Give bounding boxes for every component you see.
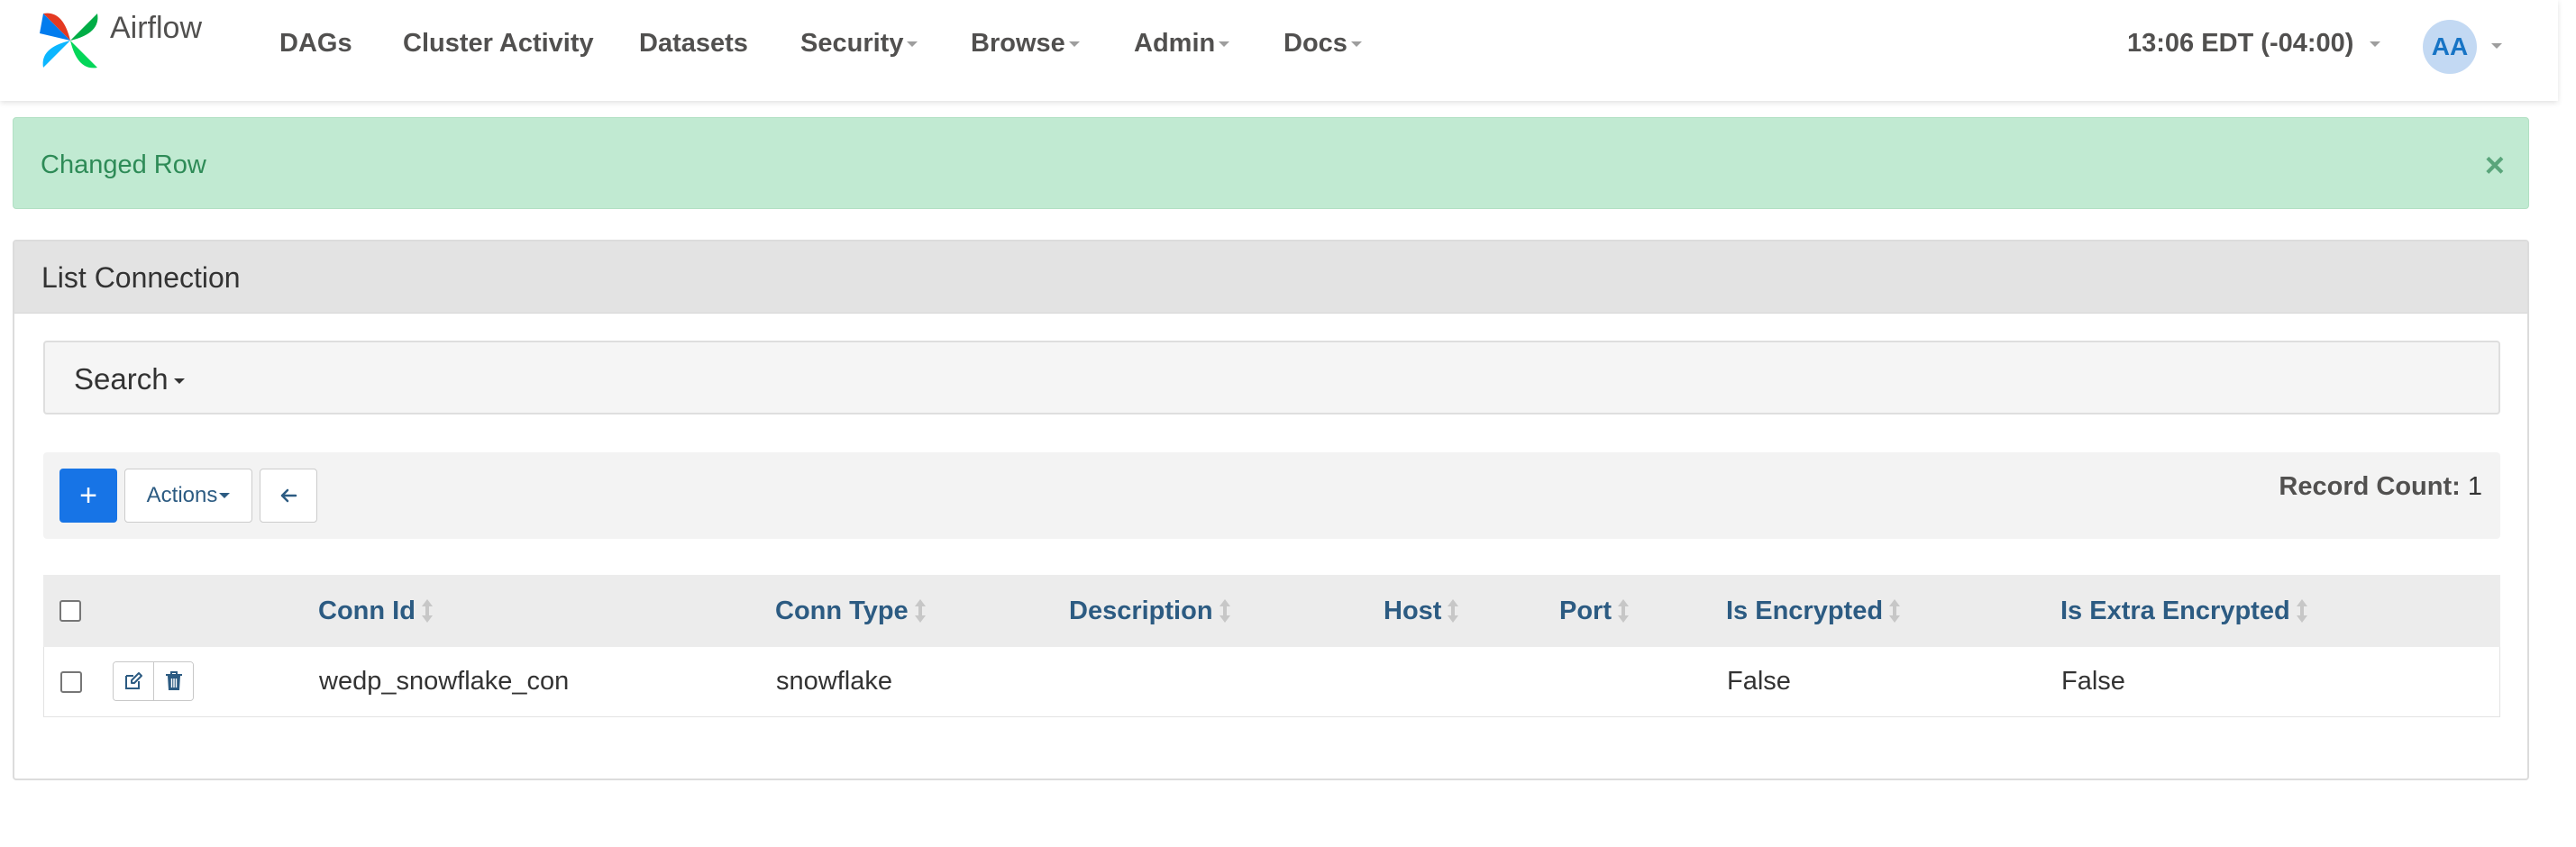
column-header-conn-id[interactable]: Conn Id <box>318 575 434 647</box>
back-button[interactable] <box>260 469 317 523</box>
search-label: Search <box>74 362 169 396</box>
sort-icon <box>1219 599 1231 623</box>
record-count-label: Record Count: <box>2279 472 2461 501</box>
column-label: Is Extra Encrypted <box>2060 596 2290 625</box>
cell-is-encrypted: False <box>1727 667 1791 696</box>
nav-cluster-activity-label: Cluster Activity <box>403 29 594 58</box>
actions-label: Actions <box>146 483 218 507</box>
user-avatar[interactable]: AA <box>2423 20 2477 74</box>
record-count: Record Count: 1 <box>2279 472 2482 502</box>
nav-datasets[interactable]: Datasets <box>639 29 748 59</box>
list-toolbar: + Actions Record Count: 1 <box>43 452 2500 539</box>
table-header-row: Conn Id Conn Type Description Host Port … <box>43 575 2500 647</box>
nav-browse-label: Browse <box>971 29 1065 58</box>
nav-dags-label: DAGs <box>279 29 352 58</box>
column-header-host[interactable]: Host <box>1384 575 1459 647</box>
airflow-logo-icon <box>40 13 98 68</box>
sort-icon <box>1447 599 1459 623</box>
caret-down-icon <box>1068 41 1080 48</box>
trash-icon <box>165 671 182 690</box>
column-header-is-encrypted[interactable]: Is Encrypted <box>1726 575 1901 647</box>
panel-title: List Connection <box>41 261 241 294</box>
nav-cluster-activity[interactable]: Cluster Activity <box>403 29 594 59</box>
top-navbar: Airflow DAGs Cluster Activity Datasets S… <box>0 0 2558 101</box>
column-label: Conn Id <box>318 596 416 625</box>
sort-icon <box>1617 599 1630 623</box>
list-connection-panel: List Connection Search + Actions Record … <box>13 240 2529 780</box>
search-toggle[interactable]: Search <box>74 362 185 396</box>
caret-down-icon[interactable] <box>2491 43 2502 49</box>
search-section: Search <box>43 341 2500 414</box>
timezone-clock-dropdown[interactable]: 13:06 EDT (-04:00) <box>2127 29 2381 59</box>
column-header-conn-type[interactable]: Conn Type <box>775 575 927 647</box>
column-label: Host <box>1384 596 1442 625</box>
add-record-button[interactable]: + <box>59 469 117 523</box>
record-count-value: 1 <box>2467 472 2482 501</box>
brand-name: Airflow <box>110 10 203 45</box>
caret-down-icon <box>907 41 918 48</box>
airflow-brand-link[interactable]: Airflow <box>36 7 202 74</box>
cell-conn-type: snowflake <box>776 667 892 696</box>
clock-text: 13:06 EDT (-04:00) <box>2127 29 2354 58</box>
close-icon[interactable]: × <box>2485 147 2505 186</box>
nav-security-label: Security <box>800 29 904 58</box>
nav-docs-dropdown[interactable]: Docs <box>1283 29 1362 59</box>
edit-record-button[interactable] <box>114 662 153 700</box>
nav-datasets-label: Datasets <box>639 29 748 58</box>
column-header-port[interactable]: Port <box>1559 575 1630 647</box>
nav-admin-dropdown[interactable]: Admin <box>1134 29 1230 59</box>
plus-icon: + <box>79 478 97 513</box>
nav-admin-label: Admin <box>1134 29 1216 58</box>
caret-down-icon <box>173 378 185 385</box>
delete-record-button[interactable] <box>153 662 193 700</box>
edit-icon <box>125 672 142 689</box>
alert-message: Changed Row <box>41 150 206 179</box>
success-alert: Changed Row × <box>13 117 2529 209</box>
cell-is-extra-encrypted: False <box>2061 667 2125 696</box>
table-row: wedp_snowflake_con snowflake False False <box>43 647 2500 717</box>
panel-header: List Connection <box>14 241 2527 314</box>
connections-table: Conn Id Conn Type Description Host Port … <box>43 575 2500 717</box>
column-label: Port <box>1559 596 1612 625</box>
actions-dropdown-button[interactable]: Actions <box>124 469 252 523</box>
nav-security-dropdown[interactable]: Security <box>800 29 918 59</box>
caret-down-icon <box>219 493 231 498</box>
sort-icon <box>2296 599 2308 623</box>
caret-down-icon <box>1219 41 1230 48</box>
cell-conn-id: wedp_snowflake_con <box>319 667 570 696</box>
nav-browse-dropdown[interactable]: Browse <box>971 29 1080 59</box>
row-actions <box>113 661 194 701</box>
avatar-initials: AA <box>2431 32 2469 60</box>
nav-docs-label: Docs <box>1283 29 1347 58</box>
caret-down-icon <box>1350 41 1362 48</box>
nav-dags[interactable]: DAGs <box>279 29 352 59</box>
row-checkbox[interactable] <box>60 647 82 716</box>
select-all-checkbox[interactable] <box>59 575 81 647</box>
column-header-description[interactable]: Description <box>1069 575 1231 647</box>
sort-icon <box>914 599 927 623</box>
caret-down-icon <box>2370 41 2381 48</box>
sort-icon <box>1888 599 1901 623</box>
sort-icon <box>421 599 434 623</box>
arrow-left-icon <box>280 488 297 503</box>
column-label: Is Encrypted <box>1726 596 1884 625</box>
column-label: Description <box>1069 596 1213 625</box>
column-label: Conn Type <box>775 596 909 625</box>
column-header-is-extra-encrypted[interactable]: Is Extra Encrypted <box>2060 575 2308 647</box>
